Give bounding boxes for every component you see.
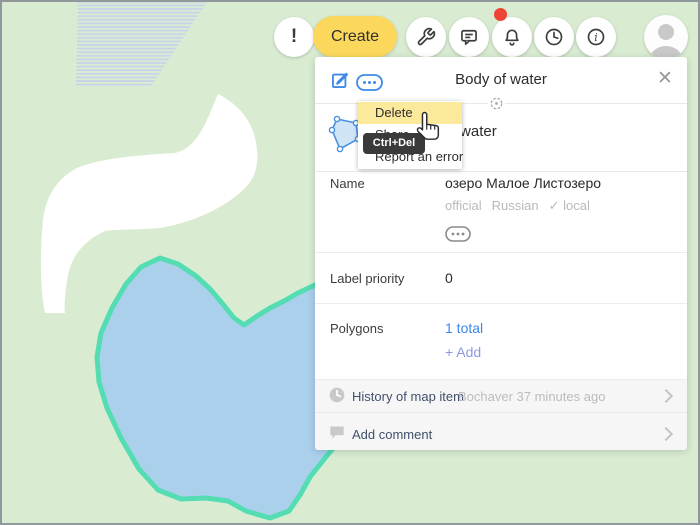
edit-button[interactable] [330, 70, 350, 90]
history-row[interactable]: History of map item Bochaver 37 minutes … [315, 380, 687, 412]
wrench-icon [416, 27, 436, 47]
messages-button[interactable] [449, 17, 489, 57]
notice-button[interactable]: ! [274, 17, 314, 57]
attr-local[interactable]: ✓ local [549, 198, 590, 213]
name-more-button[interactable] [445, 226, 471, 247]
more-menu-button[interactable] [356, 74, 383, 91]
ellipsis-icon [356, 74, 383, 91]
divider [315, 303, 687, 304]
panel-footer: History of map item Bochaver 37 minutes … [315, 379, 687, 450]
chevron-right-icon [659, 389, 673, 403]
info-icon: i [586, 27, 606, 47]
chat-icon [459, 27, 479, 47]
name-value[interactable]: озеро Малое Листозеро [445, 175, 601, 191]
bell-icon [502, 27, 522, 47]
comment-icon [329, 425, 345, 440]
tools-button[interactable] [406, 17, 446, 57]
label-priority-label: Label priority [330, 271, 404, 286]
notifications-button[interactable] [492, 17, 532, 57]
svg-text:i: i [594, 31, 597, 44]
polygons-add-link[interactable]: + Add [445, 344, 481, 360]
attr-official[interactable]: official [445, 198, 482, 213]
name-label: Name [330, 176, 365, 191]
user-silhouette-icon [644, 15, 688, 59]
notification-dot [494, 8, 507, 21]
chevron-right-icon [659, 427, 673, 441]
avatar[interactable] [644, 15, 688, 59]
close-icon[interactable]: ✕ [655, 69, 675, 89]
create-button-label: Create [331, 28, 379, 46]
history-meta: Bochaver 37 minutes ago [458, 389, 605, 404]
clock-icon [544, 27, 564, 47]
polygons-label: Polygons [330, 321, 383, 336]
name-ellipsis-icon [445, 226, 471, 242]
history-label: History of map item [352, 389, 464, 404]
menu-item-delete[interactable]: Delete [358, 102, 462, 124]
attr-language[interactable]: Russian [492, 198, 539, 213]
history-clock-icon [329, 387, 345, 403]
add-comment-label: Add comment [352, 427, 432, 442]
divider [315, 252, 687, 253]
edit-icon [330, 70, 350, 90]
info-button[interactable]: i [576, 17, 616, 57]
create-button[interactable]: Create [313, 16, 397, 57]
label-priority-value[interactable]: 0 [445, 270, 453, 286]
polygons-total-link[interactable]: 1 total [445, 320, 483, 336]
name-attributes: official Russian ✓ local [445, 198, 600, 214]
shortcut-tooltip: Ctrl+Del [363, 133, 425, 154]
add-comment-row[interactable]: Add comment [315, 412, 687, 451]
exclamation-icon: ! [291, 26, 297, 48]
history-button[interactable] [534, 17, 574, 57]
